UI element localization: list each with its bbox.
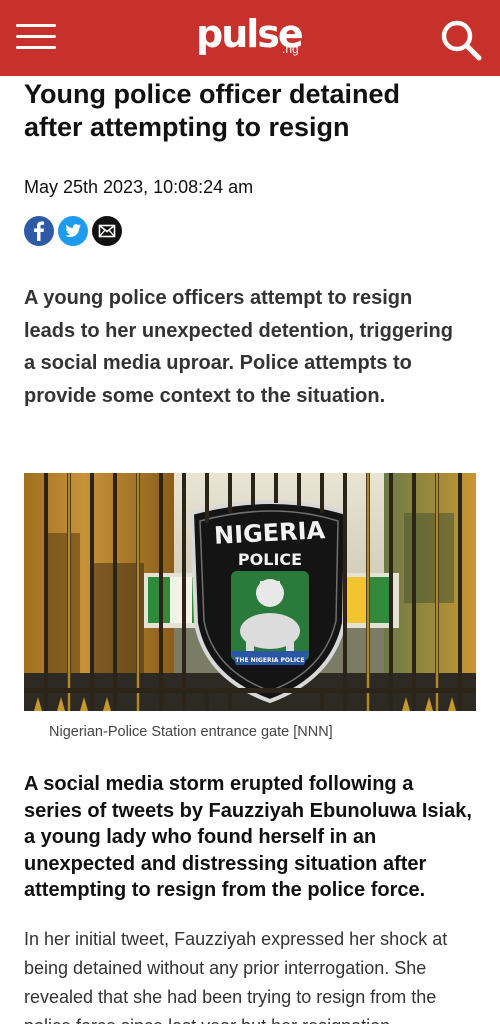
twitter-icon[interactable] (58, 216, 88, 246)
article-subhead: A social media storm erupted following a… (24, 773, 472, 901)
search-icon[interactable] (438, 18, 484, 62)
sign-text-nigeria: NIGERIA (213, 516, 326, 550)
hamburger-menu-icon[interactable] (16, 22, 56, 52)
publish-date: May 25th 2023, 10:08:24 am (24, 177, 254, 197)
logo-tld: .ng (282, 42, 299, 56)
top-nav-bar: pulse .ng (0, 0, 500, 76)
email-icon[interactable] (92, 216, 122, 246)
pulse-logo[interactable]: pulse .ng (196, 12, 306, 62)
article-headline: Young police officer detained after atte… (24, 79, 401, 142)
article-hero-image[interactable]: NIGERIA POLICE THE NIGERIA POLICE (24, 473, 476, 711)
facebook-icon[interactable] (24, 216, 54, 246)
sign-text-police: POLICE (238, 550, 302, 569)
sign-badge-text: THE NIGERIA POLICE (235, 657, 304, 664)
image-caption: Nigerian-Police Station entrance gate [N… (49, 724, 333, 740)
article-body-paragraph: In her initial tweet, Fauzziyah expresse… (24, 929, 448, 1024)
article-lede: A young police officers attempt to resig… (24, 287, 453, 407)
